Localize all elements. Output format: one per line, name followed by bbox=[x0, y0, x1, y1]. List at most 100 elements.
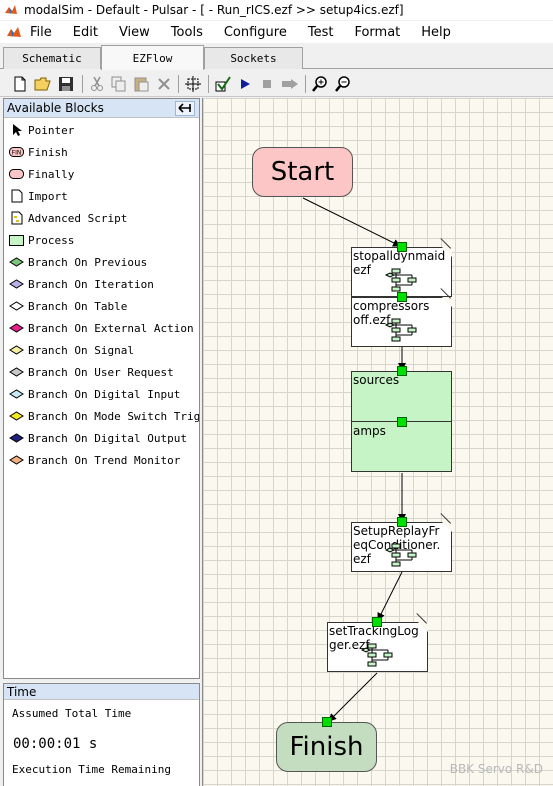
block-label: Branch On External Action bbox=[28, 321, 194, 335]
available-blocks-header: Available Blocks bbox=[4, 99, 199, 118]
menu-bar: File Edit View Tools Configure Test Form… bbox=[0, 21, 553, 43]
block-label: Process bbox=[28, 233, 75, 247]
toolbar-separator bbox=[178, 75, 179, 93]
title-bar: modalSim - Default - Pulsar - [ - Run_rI… bbox=[0, 0, 553, 20]
window-title: modalSim - Default - Pulsar - [ - Run_rI… bbox=[24, 3, 404, 17]
block-item-branch-on-trend-monitor[interactable]: Branch On Trend Monitor bbox=[4, 449, 199, 471]
block-label: Advanced Script bbox=[28, 211, 128, 225]
script-icon bbox=[9, 211, 24, 225]
connection-port[interactable] bbox=[397, 417, 407, 427]
cut-icon[interactable] bbox=[87, 74, 107, 94]
available-blocks-panel: Available Blocks Pointer FIN Finish Fina… bbox=[3, 98, 200, 679]
tab-ezflow[interactable]: EZFlow bbox=[101, 45, 204, 70]
block-item-import[interactable]: Import bbox=[4, 185, 199, 207]
process-top-label: sources bbox=[353, 373, 400, 387]
block-label: Branch On Mode Switch Trigger bbox=[28, 409, 199, 423]
block-label: Branch On Signal bbox=[28, 343, 134, 357]
page-fold bbox=[442, 522, 452, 532]
menu-test[interactable]: Test bbox=[308, 25, 334, 40]
run-icon[interactable] bbox=[235, 74, 255, 94]
toolbar-separator bbox=[82, 75, 83, 93]
block-label: Branch On User Request bbox=[28, 365, 174, 379]
block-list: Pointer FIN Finish Finally Import Advanc… bbox=[4, 118, 199, 471]
script-node-compressors-off[interactable]: compressors off.ezf bbox=[351, 288, 452, 347]
block-item-branch-on-previous[interactable]: Branch On Previous bbox=[4, 251, 199, 273]
fit-icon[interactable] bbox=[183, 74, 203, 94]
tab-sockets[interactable]: Sockets bbox=[204, 47, 303, 69]
finish-node[interactable]: Finish bbox=[276, 722, 377, 772]
connection-port[interactable] bbox=[372, 617, 382, 627]
pointer-icon bbox=[9, 123, 24, 137]
tab-schematic[interactable]: Schematic bbox=[3, 47, 101, 69]
block-item-process[interactable]: Process bbox=[4, 229, 199, 251]
step-icon[interactable] bbox=[280, 74, 300, 94]
flow-canvas[interactable]: Start stopalldynmaid ezf compressors off… bbox=[202, 98, 553, 786]
block-item-finally[interactable]: Finally bbox=[4, 163, 199, 185]
diamond-icon bbox=[9, 343, 24, 357]
assumed-total-time-value: 00:00:01 s bbox=[13, 736, 98, 752]
zoom-in-icon[interactable] bbox=[310, 74, 330, 94]
process-bottom-label: amps bbox=[353, 424, 386, 438]
script-node-stopalldynmaid[interactable]: stopalldynmaid ezf bbox=[351, 238, 452, 297]
start-node[interactable]: Start bbox=[252, 147, 353, 197]
diamond-icon bbox=[9, 453, 24, 467]
script-node-set-tracking-logger[interactable]: setTrackingLog ger.ezf bbox=[327, 613, 428, 672]
execution-time-remaining-label: Execution Time Remaining bbox=[12, 763, 171, 776]
time-panel: Time Assumed Total Time 00:00:01 s Execu… bbox=[3, 683, 200, 786]
flowchart-icon bbox=[384, 268, 417, 292]
menu-tools[interactable]: Tools bbox=[171, 25, 203, 40]
connection-port[interactable] bbox=[397, 517, 407, 527]
page-fold bbox=[442, 247, 452, 257]
block-label: Finally bbox=[28, 167, 75, 181]
stop-icon[interactable] bbox=[257, 74, 277, 94]
available-blocks-title: Available Blocks bbox=[7, 101, 104, 115]
block-item-advanced-script[interactable]: Advanced Script bbox=[4, 207, 199, 229]
block-item-branch-on-table[interactable]: Branch On Table bbox=[4, 295, 199, 317]
save-icon[interactable] bbox=[56, 74, 76, 94]
paste-icon[interactable] bbox=[131, 74, 151, 94]
connector-start-node1 bbox=[302, 197, 401, 247]
block-label: Branch On Trend Monitor bbox=[28, 453, 181, 467]
block-item-branch-on-iteration[interactable]: Branch On Iteration bbox=[4, 273, 199, 295]
flowchart-icon bbox=[384, 543, 417, 567]
block-item-branch-on-mode-switch-trigger[interactable]: Branch On Mode Switch Trigger bbox=[4, 405, 199, 427]
block-item-finish[interactable]: FIN Finish bbox=[4, 141, 199, 163]
menu-configure[interactable]: Configure bbox=[224, 25, 287, 40]
assumed-total-time-label: Assumed Total Time bbox=[12, 707, 132, 720]
block-label: Branch On Iteration bbox=[28, 277, 154, 291]
block-item-branch-on-external-action[interactable]: Branch On External Action bbox=[4, 317, 199, 339]
menu-file[interactable]: File bbox=[30, 25, 52, 40]
connection-port[interactable] bbox=[397, 242, 407, 252]
svg-text:FIN: FIN bbox=[12, 150, 22, 157]
diamond-icon bbox=[9, 365, 24, 379]
connection-port[interactable] bbox=[322, 717, 332, 727]
connector-node4-finish bbox=[328, 672, 378, 722]
time-panel-title: Time bbox=[4, 684, 199, 700]
menu-edit[interactable]: Edit bbox=[73, 25, 98, 40]
copy-icon[interactable] bbox=[109, 74, 129, 94]
delete-icon[interactable] bbox=[154, 74, 174, 94]
block-item-branch-on-digital-output[interactable]: Branch On Digital Output bbox=[4, 427, 199, 449]
flowchart-icon bbox=[384, 318, 417, 342]
block-item-branch-on-user-request[interactable]: Branch On User Request bbox=[4, 361, 199, 383]
new-icon[interactable] bbox=[10, 74, 30, 94]
zoom-out-icon[interactable] bbox=[333, 74, 353, 94]
block-label: Import bbox=[28, 189, 68, 203]
diamond-icon bbox=[9, 255, 24, 269]
block-item-branch-on-digital-input[interactable]: Branch On Digital Input bbox=[4, 383, 199, 405]
connection-port[interactable] bbox=[397, 366, 407, 376]
connection-port[interactable] bbox=[397, 292, 407, 302]
block-label: Pointer bbox=[28, 123, 75, 137]
finally-icon bbox=[9, 167, 24, 181]
menu-help[interactable]: Help bbox=[421, 25, 451, 40]
check-icon[interactable] bbox=[213, 74, 233, 94]
open-icon[interactable] bbox=[33, 74, 53, 94]
menu-view[interactable]: View bbox=[119, 25, 150, 40]
script-node-setup-replay[interactable]: SetupReplayFr eqConditioner. ezf bbox=[351, 513, 452, 572]
block-item-branch-on-signal[interactable]: Branch On Signal bbox=[4, 339, 199, 361]
pin-icon[interactable] bbox=[175, 100, 195, 116]
block-item-pointer[interactable]: Pointer bbox=[4, 119, 199, 141]
app-menu-icon[interactable] bbox=[6, 25, 22, 39]
diamond-icon bbox=[9, 431, 24, 445]
menu-format[interactable]: Format bbox=[354, 25, 400, 40]
